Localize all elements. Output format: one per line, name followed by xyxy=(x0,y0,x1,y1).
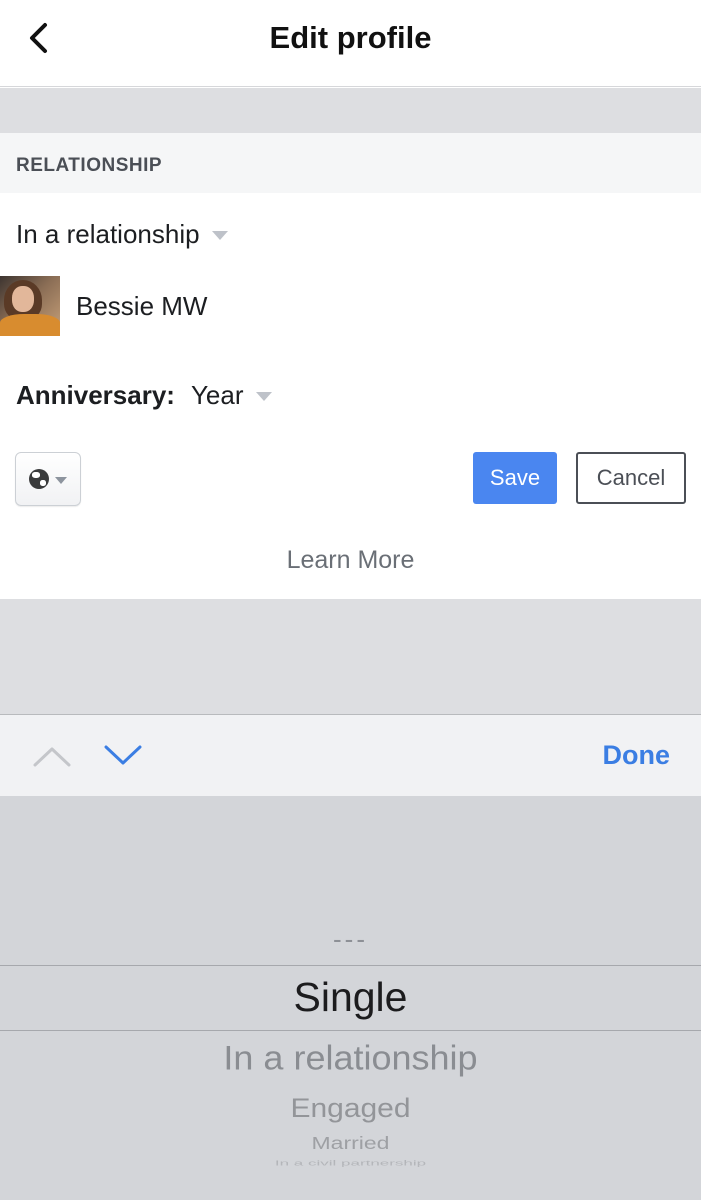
cancel-button[interactable]: Cancel xyxy=(576,452,686,504)
partner-row[interactable]: Bessie MW xyxy=(0,276,207,336)
top-bar: Edit profile xyxy=(0,0,701,87)
next-field-button[interactable] xyxy=(103,741,143,771)
avatar xyxy=(0,276,60,336)
partner-name: Bessie MW xyxy=(76,290,208,321)
picker-selection-line xyxy=(0,965,701,966)
save-button[interactable]: Save xyxy=(473,452,557,504)
picker-option-selected[interactable]: Single xyxy=(0,974,701,1021)
anniversary-year-value: Year xyxy=(190,380,244,410)
dropdown-caret-icon xyxy=(55,476,67,484)
done-button[interactable]: Done xyxy=(603,740,671,771)
privacy-selector-button[interactable] xyxy=(15,452,81,506)
picker-fade xyxy=(0,1150,701,1200)
chevron-down-icon xyxy=(104,745,142,765)
dropdown-caret-icon xyxy=(255,392,272,401)
globe-icon xyxy=(29,469,49,489)
relationship-card: In a relationship Bessie MW Anniversary:… xyxy=(0,193,701,599)
dropdown-caret-icon xyxy=(211,231,228,240)
learn-more-link[interactable]: Learn More xyxy=(0,546,701,575)
picker-option[interactable]: Married xyxy=(0,1133,701,1153)
chevron-up-icon xyxy=(33,747,71,767)
picker-selection-line xyxy=(0,1030,701,1031)
picker-option[interactable]: In a relationship xyxy=(0,1038,701,1078)
picker-option[interactable]: In a civil partnership xyxy=(0,1159,701,1168)
section-spacer xyxy=(0,88,701,133)
picker-option[interactable]: --- xyxy=(0,924,701,955)
page-title: Edit profile xyxy=(269,20,432,55)
relationship-picker[interactable]: --- Single In a relationship Engaged Mar… xyxy=(0,796,701,1200)
picker-option[interactable]: Engaged xyxy=(0,1094,701,1124)
section-header-label: RELATIONSHIP xyxy=(16,155,163,176)
anniversary-row: Anniversary: Year xyxy=(16,380,272,411)
keyboard-toolbar: Done xyxy=(0,714,701,796)
section-header: RELATIONSHIP xyxy=(0,133,701,193)
anniversary-label: Anniversary: xyxy=(16,380,175,410)
background-area xyxy=(0,599,701,714)
anniversary-year-select[interactable]: Year xyxy=(191,380,272,411)
previous-field-button[interactable] xyxy=(32,741,72,771)
relationship-status-select[interactable]: In a relationship xyxy=(16,219,228,250)
relationship-status-value: In a relationship xyxy=(16,219,200,249)
